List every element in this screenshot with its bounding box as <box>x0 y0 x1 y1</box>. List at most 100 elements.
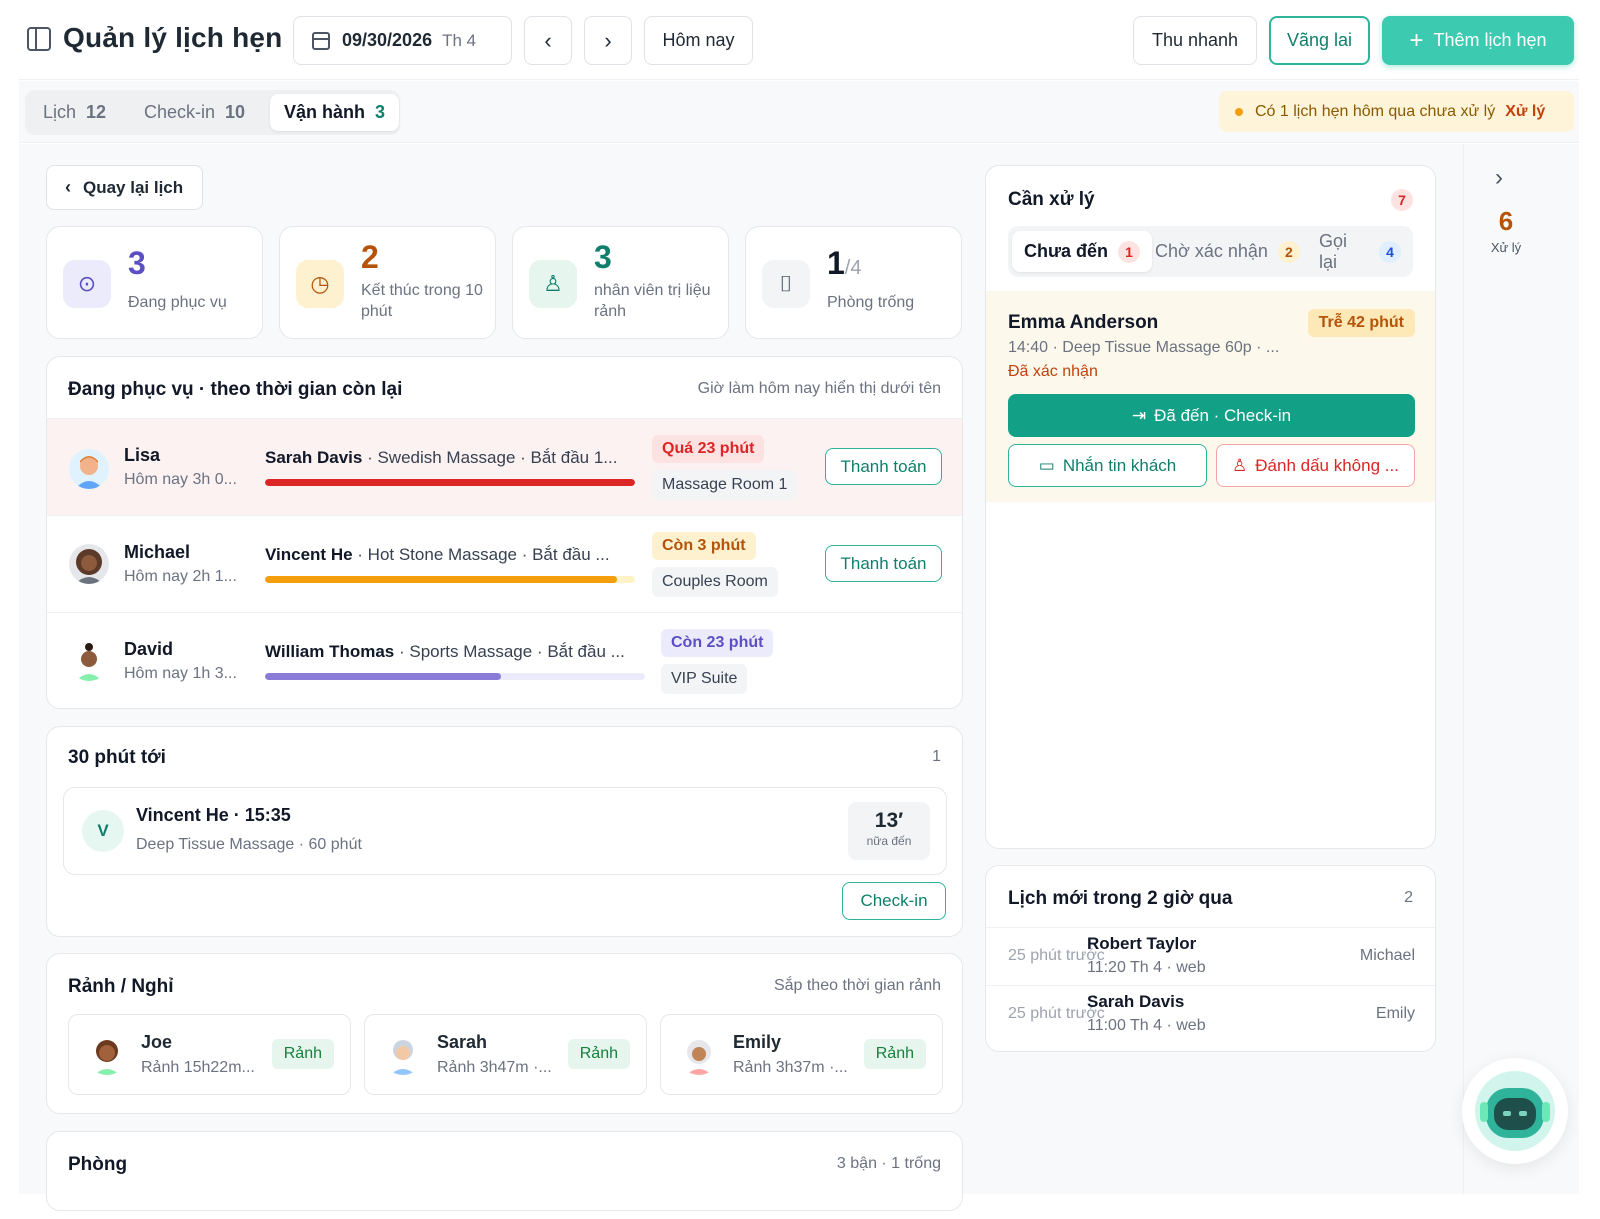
arrived-label: Đã đến · Check-in <box>1154 405 1292 425</box>
next-day-button[interactable]: › <box>584 16 632 65</box>
appointment-detail: 14:40 · Deep Tissue Massage 60p · ... <box>1008 339 1280 356</box>
message-client-button[interactable]: ▭ Nhắn tin khách <box>1008 444 1207 487</box>
upcoming-service: Deep Tissue Massage · 60 phút <box>136 836 362 853</box>
checkout-button[interactable]: Thanh toán <box>825 448 942 485</box>
tab-call-back[interactable]: Gọi lại 4 <box>1307 231 1413 272</box>
date-value: 09/30/2026 <box>342 30 433 50</box>
arrived-checkin-button[interactable]: ⇥ Đã đến · Check-in <box>1008 394 1415 437</box>
upcoming-name-time: Vincent He · 15:35 <box>136 805 291 825</box>
sidebar-toggle-icon[interactable] <box>27 27 51 51</box>
avatar-lisa-icon <box>75 456 103 489</box>
staff-name: Emily <box>733 1032 782 1052</box>
serving-row[interactable]: Michael Hôm nay 2h 1... Vincent He · Hot… <box>47 515 962 612</box>
progress-fill <box>265 576 617 583</box>
free-badge: Rảnh <box>567 1039 630 1069</box>
serving-panel: Đang phục vụ · theo thời gian còn lại Gi… <box>46 356 963 709</box>
rooms-title: Phòng <box>68 1154 128 1175</box>
warning-dot-icon <box>1235 107 1243 116</box>
door-icon: ⌷ <box>762 260 810 308</box>
tab-awaiting-confirmation[interactable]: Chờ xác nhận 2 <box>1143 231 1312 272</box>
walk-in-button[interactable]: Vãng lai <box>1269 16 1370 65</box>
back-label: Quay lại lịch <box>83 177 184 197</box>
rail-count: 6 <box>1498 206 1514 236</box>
add-appointment-button[interactable]: + Thêm lịch hẹn <box>1382 16 1574 65</box>
staff-free-time: Rảnh 15h22m... <box>141 1059 255 1076</box>
alert-text: Có 1 lịch hẹn hôm qua chưa xử lý <box>1255 102 1496 120</box>
recent-title: Lịch mới trong 2 giờ qua <box>1008 888 1233 909</box>
quick-checkout-button[interactable]: Thu nhanh <box>1133 16 1257 65</box>
avatar-emily-icon <box>686 1040 712 1075</box>
progress-fill <box>265 479 635 486</box>
checkout-button[interactable]: Thanh toán <box>825 545 942 582</box>
stat-value: 2 <box>361 239 379 275</box>
recent-row[interactable]: 25 phút trước Robert Taylor 11:20 Th 4 ·… <box>986 927 1435 985</box>
stat-label: Kết thúc trong 10 phút <box>361 282 483 320</box>
stat-value: 1/4 <box>827 245 861 282</box>
tab-not-arrived[interactable]: Chưa đến 1 <box>1012 231 1153 272</box>
prev-day-button[interactable]: ‹ <box>524 16 572 65</box>
tab-label: Vận hành <box>284 102 366 122</box>
serving-row[interactable]: Lisa Hôm nay 3h 0... Sarah Davis · Swedi… <box>47 418 962 515</box>
staff-hours: Hôm nay 3h 0... <box>124 471 237 488</box>
staff-name: Sarah <box>437 1032 488 1052</box>
late-badge: Trễ 42 phút <box>1307 309 1415 337</box>
staff-name: Joe <box>141 1032 173 1052</box>
stat-free-therapists: ♙ 3 nhân viên trị liệu rảnh <box>512 226 729 339</box>
stat-label: Phòng trống <box>827 294 915 311</box>
handle-count-badge: 7 <box>1391 189 1413 211</box>
tab-checkin[interactable]: Check-in 10 <box>130 94 259 131</box>
date-picker[interactable]: 09/30/2026 Th 4 <box>293 16 512 65</box>
serving-row[interactable]: David Hôm nay 1h 3... William Thomas · S… <box>47 612 962 708</box>
free-staff-card[interactable]: Sarah Rảnh 3h47m ·... Rảnh <box>364 1014 647 1095</box>
free-note: Sắp theo thời gian rảnh <box>773 977 941 994</box>
rail-label: Xử lý <box>1490 240 1522 255</box>
stat-label: Đang phục vụ <box>128 294 227 311</box>
free-staff-card[interactable]: Emily Rảnh 3h37m ·... Rảnh <box>660 1014 943 1095</box>
stat-value: 3 <box>128 245 146 281</box>
status-badge: Quá 23 phút <box>652 435 765 463</box>
add-appointment-label: Thêm lịch hẹn <box>1433 30 1547 50</box>
assistant-bot-button[interactable] <box>1462 1058 1568 1164</box>
avatar <box>679 1035 719 1075</box>
assigned-staff: Emily <box>1375 1005 1415 1022</box>
view-tabs: Lịch 12 Check-in 10 Vận hành 3 <box>25 90 400 135</box>
upcoming-title: 30 phút tới <box>68 747 166 768</box>
avatar <box>69 641 109 681</box>
upcoming-item[interactable]: V Vincent He · 15:35 Deep Tissue Massage… <box>63 787 947 875</box>
alert-action-link[interactable]: Xử lý <box>1505 103 1545 121</box>
stat-value-main: 1 <box>827 245 845 281</box>
avatar-sarah-icon <box>390 1040 416 1075</box>
client-name: William Thomas <box>265 642 395 661</box>
client-name: Sarah Davis <box>1087 992 1185 1011</box>
calendar-icon <box>312 31 330 50</box>
stat-ending-soon: ◷ 2 Kết thúc trong 10 phút <box>279 226 496 339</box>
tab-count: 3 <box>375 102 386 122</box>
minutes-until-label: nữa đến <box>866 834 912 848</box>
chat-bubble-icon: ▭ <box>1038 455 1055 475</box>
service-info: Vincent He · Hot Stone Massage · Bắt đầu… <box>265 545 630 565</box>
tab-label: Lịch <box>43 102 77 122</box>
mark-no-show-button[interactable]: ♙ Đánh dấu không ... <box>1216 444 1415 487</box>
message-label: Nhắn tin khách <box>1062 455 1177 475</box>
room-badge: Couples Room <box>652 567 778 597</box>
target-icon: ⊙ <box>63 260 111 308</box>
back-to-calendar-button[interactable]: ‹ Quay lại lịch <box>46 165 203 210</box>
timer-icon: ◷ <box>296 260 344 308</box>
recent-row[interactable]: 25 phút trước Sarah Davis 11:00 Th 4 · w… <box>986 985 1435 1043</box>
today-button[interactable]: Hôm nay <box>644 16 753 65</box>
expand-chevron-icon[interactable]: › <box>1495 164 1503 192</box>
avatar-joe-icon <box>94 1040 120 1075</box>
checkin-button[interactable]: Check-in <box>842 882 946 920</box>
tab-calendar[interactable]: Lịch 12 <box>29 94 120 131</box>
free-badge: Rảnh <box>271 1039 334 1069</box>
free-staff-panel: Rảnh / Nghỉ Sắp theo thời gian rảnh Joe … <box>46 953 963 1114</box>
rooms-panel: Phòng 3 bận · 1 trống <box>46 1131 963 1211</box>
tab-count: 12 <box>86 102 107 122</box>
status-badge: Còn 3 phút <box>652 532 756 560</box>
client-name: Robert Taylor <box>1087 934 1197 953</box>
avatar <box>69 449 109 489</box>
free-staff-card[interactable]: Joe Rảnh 15h22m... Rảnh <box>68 1014 351 1095</box>
handle-tabs: Chưa đến 1 Chờ xác nhận 2 Gọi lại 4 <box>1008 226 1413 277</box>
service-detail: · Swedish Massage · Bắt đầu 1... <box>362 448 618 467</box>
tab-operations[interactable]: Vận hành 3 <box>270 94 400 131</box>
